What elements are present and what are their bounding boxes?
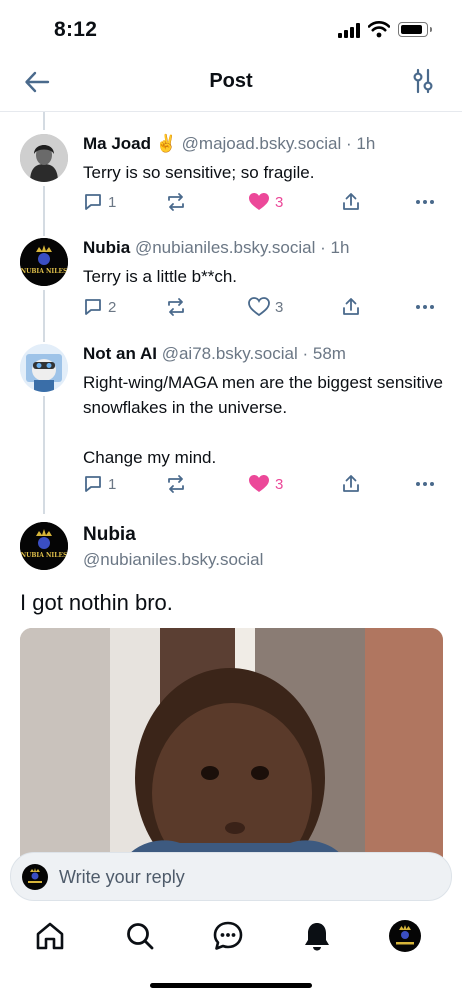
reply-button[interactable]: 1 bbox=[83, 192, 116, 212]
like-count: 3 bbox=[275, 193, 284, 211]
share-icon bbox=[343, 193, 359, 210]
share-icon bbox=[343, 475, 359, 492]
avatar[interactable]: NUBIA NILES bbox=[20, 238, 68, 286]
avatar-logo-text: NUBIA NILES bbox=[21, 552, 68, 559]
thread-line bbox=[43, 186, 45, 236]
ellipsis-icon bbox=[416, 305, 434, 309]
status-bar: 8:12 bbox=[0, 0, 462, 62]
status-time: 8:12 bbox=[54, 18, 98, 41]
home-icon[interactable] bbox=[34, 920, 66, 952]
post-time[interactable]: 58m bbox=[313, 344, 346, 363]
dot-separator: · bbox=[302, 344, 309, 363]
share-button[interactable] bbox=[341, 297, 361, 317]
ellipsis-icon bbox=[416, 482, 434, 486]
reply-icon bbox=[85, 476, 101, 492]
share-icon bbox=[343, 298, 359, 315]
reply-placeholder[interactable]: Write your reply bbox=[59, 867, 185, 888]
main-post-author-handle[interactable]: @nubianiles.bsky.social bbox=[83, 550, 263, 570]
post-text: Right-wing/MAGA men are the biggest sens… bbox=[83, 373, 444, 467]
like-count: 3 bbox=[275, 475, 284, 493]
share-button[interactable] bbox=[341, 192, 361, 212]
post-header: Post bbox=[0, 62, 462, 112]
repost-icon bbox=[168, 298, 184, 316]
battery-icon bbox=[398, 22, 432, 37]
reply-icon bbox=[85, 299, 101, 315]
author-name[interactable]: Not an AI bbox=[83, 344, 157, 363]
heart-filled-icon bbox=[249, 475, 269, 492]
post-actions: 2 3 bbox=[83, 297, 443, 323]
post-header-line: Nubia @nubianiles.bsky.social · 1h bbox=[83, 238, 349, 258]
dot-separator: · bbox=[346, 134, 352, 153]
main-post-text: I got nothin bro. bbox=[20, 590, 173, 615]
author-handle[interactable]: @majoad.bsky.social bbox=[182, 134, 342, 153]
composer-avatar bbox=[22, 864, 48, 890]
repost-icon bbox=[168, 475, 184, 493]
like-button[interactable]: 3 bbox=[248, 192, 283, 212]
author-name[interactable]: Ma Joad ✌️ bbox=[83, 134, 177, 153]
share-button[interactable] bbox=[341, 474, 361, 494]
reply-composer[interactable]: Write your reply bbox=[10, 852, 452, 901]
thread-line bbox=[43, 396, 45, 514]
profile-avatar[interactable] bbox=[389, 920, 421, 952]
home-indicator bbox=[150, 983, 312, 988]
main-post-avatar[interactable]: NUBIA NILES bbox=[20, 522, 68, 570]
wifi-icon bbox=[368, 21, 390, 38]
post-actions: 1 3 bbox=[83, 192, 443, 218]
repost-icon bbox=[168, 193, 184, 211]
author-name[interactable]: Nubia bbox=[83, 238, 130, 257]
ellipsis-icon bbox=[416, 200, 434, 204]
repost-button[interactable] bbox=[165, 297, 187, 317]
avatar-logo-text: NUBIA NILES bbox=[21, 268, 68, 275]
bell-icon[interactable] bbox=[301, 920, 333, 952]
more-options-button[interactable] bbox=[414, 297, 436, 317]
reply-icon bbox=[85, 194, 101, 210]
post-actions: 1 3 bbox=[83, 474, 443, 500]
reply-count: 1 bbox=[108, 193, 117, 211]
chat-icon[interactable] bbox=[212, 920, 244, 952]
post-text: Terry is so sensitive; so fragile. bbox=[83, 163, 315, 182]
post-time[interactable]: 1h bbox=[331, 238, 350, 257]
thread-line bbox=[43, 290, 45, 342]
search-icon[interactable] bbox=[124, 920, 156, 952]
post-header-line: Ma Joad ✌️ @majoad.bsky.social · 1h bbox=[83, 134, 375, 154]
reply-count: 2 bbox=[108, 298, 117, 316]
post-header-line: Not an AI @ai78.bsky.social · 58m bbox=[83, 344, 346, 364]
more-options-button[interactable] bbox=[414, 474, 436, 494]
like-count: 3 bbox=[275, 298, 284, 316]
like-button[interactable]: 3 bbox=[248, 474, 283, 494]
more-options-button[interactable] bbox=[414, 192, 436, 212]
dot-separator: · bbox=[320, 238, 326, 257]
reply-count: 1 bbox=[108, 475, 117, 493]
main-post-gif[interactable] bbox=[20, 628, 443, 868]
heart-outline-icon bbox=[248, 297, 270, 317]
reply-button[interactable]: 1 bbox=[83, 474, 116, 494]
main-post-author-name[interactable]: Nubia bbox=[83, 524, 136, 546]
reply-button[interactable]: 2 bbox=[83, 297, 116, 317]
post-time[interactable]: 1h bbox=[356, 134, 375, 153]
page-title: Post bbox=[209, 70, 253, 92]
signal-icon bbox=[338, 22, 362, 38]
repost-button[interactable] bbox=[165, 474, 187, 494]
avatar[interactable] bbox=[20, 134, 68, 182]
repost-button[interactable] bbox=[165, 192, 187, 212]
heart-filled-icon bbox=[249, 193, 269, 210]
avatar[interactable] bbox=[20, 344, 68, 392]
author-handle[interactable]: @nubianiles.bsky.social bbox=[135, 238, 315, 257]
like-button[interactable]: 3 bbox=[248, 297, 283, 317]
author-handle[interactable]: @ai78.bsky.social bbox=[162, 344, 298, 363]
settings-sliders-icon[interactable] bbox=[410, 68, 436, 94]
thread-line bbox=[43, 112, 45, 130]
post-text: Terry is a little b**ch. bbox=[83, 267, 237, 286]
